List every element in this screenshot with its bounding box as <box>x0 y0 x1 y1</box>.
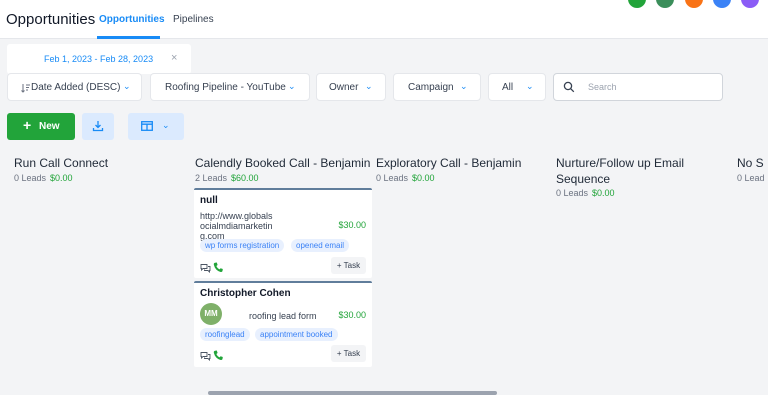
stage-amount: $0.00 <box>50 173 73 183</box>
campaign-dropdown[interactable]: Campaign ⌄ <box>393 73 481 101</box>
close-icon[interactable]: × <box>171 52 177 64</box>
tag[interactable]: roofinglead <box>200 328 250 341</box>
columns-icon <box>141 121 153 131</box>
search-input[interactable]: Search <box>553 73 723 101</box>
card-source-line: ocialmdiamarketin <box>200 221 273 231</box>
card-title: null <box>200 195 218 206</box>
stage-title-line2: Sequence <box>556 172 611 186</box>
chevron-down-icon: ⌄ <box>123 81 131 91</box>
active-tab-indicator <box>97 36 160 39</box>
card-source: http://www.globals ocialmdiamarketin g.c… <box>200 211 273 241</box>
tab-opportunities[interactable]: Opportunities <box>99 14 165 25</box>
stage-amount: $60.00 <box>231 173 259 183</box>
opportunity-card[interactable]: null http://www.globals ocialmdiamarketi… <box>194 188 372 278</box>
owner-dropdown[interactable]: Owner ⌄ <box>316 73 386 101</box>
sort-dropdown[interactable]: Date Added (DESC) ⌄ <box>7 73 142 101</box>
stage-title: Calendly Booked Call - Benjamin <box>195 156 371 170</box>
phone-icon[interactable] <box>213 262 223 273</box>
card-source-line: http://www.globals <box>200 211 273 221</box>
campaign-label: Campaign <box>408 82 454 93</box>
date-range-filter[interactable]: Feb 1, 2023 - Feb 28, 2023 × <box>7 44 191 74</box>
new-button-label: New <box>39 121 60 132</box>
stage-lead-count: 0 Leads <box>14 173 47 183</box>
status-label: All <box>502 82 514 93</box>
search-icon <box>563 81 575 93</box>
card-value: $30.00 <box>338 220 366 230</box>
view-toggle-button[interactable]: ⌄ <box>128 113 184 140</box>
stage-lead-count: 0 Lead <box>737 173 765 183</box>
chevron-down-icon: ⌄ <box>365 81 373 91</box>
conversation-icon[interactable] <box>200 351 211 361</box>
stage-summary: 0 Lead <box>737 173 765 183</box>
avatar[interactable] <box>713 0 731 8</box>
horizontal-scrollbar[interactable] <box>208 391 497 395</box>
stage-title: Exploratory Call - Benjamin <box>376 156 522 170</box>
page-title: Opportunities <box>6 11 96 28</box>
avatar[interactable] <box>685 0 703 8</box>
stage-summary: 2 Leads $60.00 <box>195 173 259 183</box>
stage-summary: 0 Leads $0.00 <box>376 173 435 183</box>
stage-title-line1: Nurture/Follow up Email <box>556 156 685 170</box>
owner-label: Owner <box>329 82 359 93</box>
avatar[interactable] <box>656 0 674 8</box>
import-button[interactable] <box>82 113 114 140</box>
tag[interactable]: appointment booked <box>255 328 338 341</box>
pipeline-dropdown[interactable]: Roofing Pipeline - YouTube ⌄ <box>150 73 310 101</box>
tag[interactable]: opened email <box>291 239 350 252</box>
chevron-down-icon: ⌄ <box>526 81 534 91</box>
card-value: $30.00 <box>338 310 366 320</box>
avatar: MM <box>200 303 222 325</box>
card-title: Christopher Cohen <box>200 288 291 299</box>
opportunity-card[interactable]: Christopher Cohen MM roofing lead form $… <box>194 281 372 367</box>
search-placeholder: Search <box>588 82 617 92</box>
status-dropdown[interactable]: All ⌄ <box>488 73 546 101</box>
conversation-icon[interactable] <box>200 263 211 273</box>
top-bar: Opportunities Opportunities Pipelines <box>0 0 768 39</box>
date-range-label: Feb 1, 2023 - Feb 28, 2023 <box>44 54 154 64</box>
plus-icon: + <box>23 117 32 133</box>
stage-summary: 0 Leads $0.00 <box>556 188 615 198</box>
stage-title: No S <box>737 156 764 170</box>
card-source: roofing lead form <box>249 311 317 321</box>
pipeline-label: Roofing Pipeline - YouTube <box>165 82 286 93</box>
add-task-button[interactable]: + Task <box>331 257 366 274</box>
phone-icon[interactable] <box>213 350 223 361</box>
sort-label: Date Added (DESC) <box>31 82 121 93</box>
stage-summary: 0 Leads $0.00 <box>14 173 73 183</box>
stage-lead-count: 2 Leads <box>195 173 228 183</box>
avatar[interactable] <box>741 0 759 8</box>
stage-amount: $0.00 <box>412 173 435 183</box>
stage-amount: $0.00 <box>592 188 615 198</box>
tag[interactable]: wp forms registration <box>200 239 285 252</box>
add-task-button[interactable]: + Task <box>331 345 366 362</box>
tab-pipelines[interactable]: Pipelines <box>173 14 214 25</box>
stage-lead-count: 0 Leads <box>376 173 409 183</box>
stage-lead-count: 0 Leads <box>556 188 589 198</box>
stage-title: Run Call Connect <box>14 156 109 170</box>
chevron-down-icon: ⌄ <box>162 120 170 130</box>
avatar[interactable] <box>628 0 646 8</box>
sort-icon <box>21 84 30 93</box>
download-icon <box>92 121 104 132</box>
new-opportunity-button[interactable]: + New <box>7 113 75 140</box>
chevron-down-icon: ⌄ <box>288 81 296 91</box>
chevron-down-icon: ⌄ <box>460 81 468 91</box>
